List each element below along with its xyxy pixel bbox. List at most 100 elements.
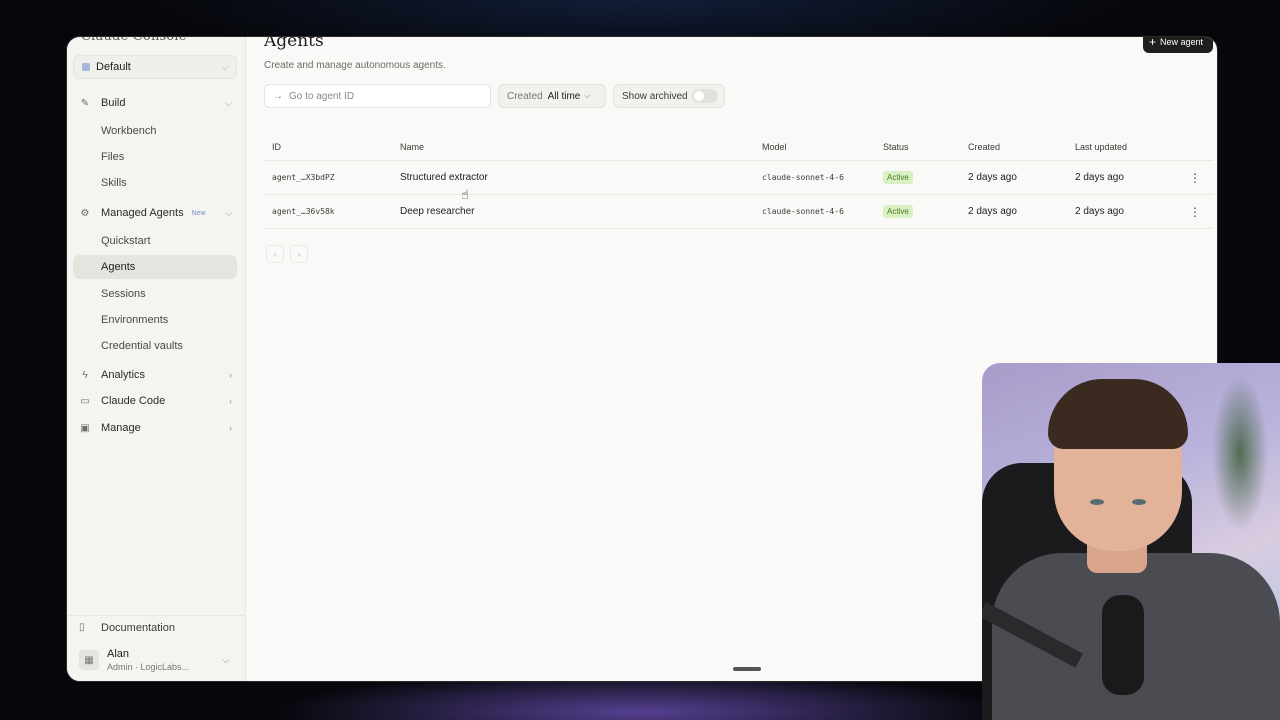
briefcase-icon: ▣ bbox=[80, 422, 90, 434]
terminal-icon: ▭ bbox=[80, 395, 90, 407]
documentation-link[interactable]: ▯ Documentation bbox=[67, 615, 246, 639]
agent-id: agent_…36v58k bbox=[272, 207, 335, 216]
new-agent-button[interactable]: + New agent bbox=[1143, 36, 1213, 53]
column-header-status[interactable]: Status bbox=[883, 133, 909, 160]
sidebar-item-label: Sessions bbox=[101, 288, 146, 300]
webcam-overlay bbox=[982, 363, 1280, 720]
nav-section-label: Claude Code bbox=[101, 395, 166, 407]
more-options-icon[interactable]: ⋮ bbox=[1189, 195, 1201, 228]
nav-section-label: Analytics bbox=[101, 369, 146, 381]
build-icon: ✎ bbox=[80, 97, 90, 109]
eye-right bbox=[1132, 499, 1146, 505]
more-options-icon[interactable]: ⋮ bbox=[1189, 161, 1201, 194]
sidebar-item-label: Agents bbox=[101, 261, 136, 273]
agents-icon: ⚙ bbox=[80, 207, 90, 219]
toggle-knob bbox=[694, 91, 704, 101]
eye-left bbox=[1090, 499, 1104, 505]
column-header-model[interactable]: Model bbox=[762, 133, 787, 160]
chevron-down-icon: ⌵ bbox=[225, 207, 232, 218]
user-menu[interactable]: ▦ Alan Admin · LogicLabs... ⌵ bbox=[73, 643, 237, 677]
agent-updated: 2 days ago bbox=[1075, 172, 1124, 183]
chevron-down-icon: ⌵ bbox=[221, 61, 228, 72]
sidebar-item-label: Files bbox=[101, 151, 125, 163]
workspace-name: Default bbox=[96, 61, 131, 73]
page-subtitle: Create and manage autonomous agents. bbox=[264, 60, 446, 71]
table-header: ID Name Model Status Created Last update… bbox=[264, 133, 1213, 161]
sidebar-item-agents[interactable]: Agents bbox=[73, 255, 237, 279]
user-org: Admin · LogicLabs... bbox=[107, 662, 190, 672]
nav-section-label: Managed Agents bbox=[101, 207, 184, 219]
workspace-icon bbox=[82, 63, 90, 71]
chevron-right-icon: › bbox=[229, 370, 232, 380]
filter-key: Created bbox=[507, 90, 543, 102]
agent-model: claude-sonnet-4-6 bbox=[762, 207, 844, 216]
show-archived-label: Show archived bbox=[622, 90, 688, 102]
new-badge: New bbox=[191, 209, 206, 217]
chevron-down-icon: ⌵ bbox=[222, 654, 229, 665]
drag-handle[interactable] bbox=[733, 667, 761, 671]
sidebar-item-label: Credential vaults bbox=[101, 340, 183, 352]
sidebar-item-label: Environments bbox=[101, 314, 169, 326]
nav-section-label: Build bbox=[101, 97, 126, 109]
table-row[interactable]: agent_…36v58k Deep researcher claude-son… bbox=[264, 195, 1213, 229]
book-icon: ▯ bbox=[79, 622, 85, 633]
sidebar-item-label: Workbench bbox=[101, 125, 157, 137]
status-cell: Active bbox=[883, 195, 913, 228]
sidebar-item-label: Skills bbox=[101, 177, 127, 189]
nav-section-claude-code[interactable]: ▭ Claude Code › bbox=[67, 389, 246, 413]
sidebar-item-files[interactable]: Files bbox=[73, 145, 237, 169]
column-header-updated[interactable]: Last updated bbox=[1075, 133, 1127, 160]
show-archived-toggle[interactable]: Show archived bbox=[613, 84, 725, 108]
status-badge: Active bbox=[883, 205, 913, 218]
microphone bbox=[1102, 595, 1144, 695]
status-badge: Active bbox=[883, 171, 913, 184]
pointer-cursor-icon: ☝ bbox=[461, 187, 469, 202]
workspace-selector[interactable]: Default ⌵ bbox=[73, 55, 237, 79]
plus-icon: + bbox=[1149, 36, 1157, 49]
documentation-label: Documentation bbox=[101, 621, 175, 634]
column-header-name[interactable]: Name bbox=[400, 133, 424, 160]
sidebar-item-credential-vaults[interactable]: Credential vaults bbox=[73, 334, 237, 358]
agent-name[interactable]: Structured extractor bbox=[400, 161, 488, 194]
column-header-created[interactable]: Created bbox=[968, 133, 1000, 160]
person-hair bbox=[1048, 379, 1188, 449]
status-cell: Active bbox=[883, 161, 913, 194]
nav-section-manage[interactable]: ▣ Manage › bbox=[67, 416, 246, 440]
sidebar-item-label: Quickstart bbox=[101, 235, 151, 247]
sidebar-item-skills[interactable]: Skills bbox=[73, 171, 237, 195]
prev-page-button[interactable]: ‹ bbox=[266, 245, 284, 263]
nav-section-label: Manage bbox=[101, 422, 141, 434]
user-name: Alan bbox=[107, 648, 130, 660]
new-agent-label: New agent bbox=[1160, 37, 1204, 47]
sidebar-item-sessions[interactable]: Sessions bbox=[73, 282, 237, 306]
page-title: Agents bbox=[264, 36, 324, 51]
agent-updated: 2 days ago bbox=[1075, 206, 1124, 217]
filter-value: All time bbox=[547, 90, 581, 102]
agent-created: 2 days ago bbox=[968, 172, 1017, 183]
lightning-icon: ϟ bbox=[82, 369, 88, 381]
chevron-down-icon: ⌵ bbox=[584, 91, 591, 100]
chevron-right-icon: › bbox=[229, 396, 232, 406]
sidebar-item-environments[interactable]: Environments bbox=[73, 308, 237, 332]
column-header-id[interactable]: ID bbox=[272, 133, 281, 160]
agent-id: agent_…X3bdPZ bbox=[272, 173, 335, 182]
sidebar: Claude Console Default ⌵ ✎ Build ⌵ Workb… bbox=[67, 36, 246, 681]
sidebar-item-workbench[interactable]: Workbench bbox=[73, 119, 237, 143]
brand-title: Claude Console bbox=[81, 36, 187, 44]
table-row[interactable]: agent_…X3bdPZ Structured extractor claud… bbox=[264, 161, 1213, 195]
avatar: ▦ bbox=[79, 650, 99, 670]
nav-section-analytics[interactable]: ϟ Analytics › bbox=[67, 363, 246, 387]
chevron-down-icon: ⌵ bbox=[225, 97, 232, 108]
agent-id-search[interactable]: → Go to agent ID bbox=[264, 84, 491, 108]
arrow-right-icon: → bbox=[273, 90, 283, 102]
pagination: ‹ › bbox=[266, 245, 308, 263]
next-page-button[interactable]: › bbox=[290, 245, 308, 263]
search-placeholder: Go to agent ID bbox=[289, 90, 355, 102]
nav-section-build[interactable]: ✎ Build ⌵ bbox=[67, 91, 246, 115]
chevron-right-icon: › bbox=[229, 423, 232, 433]
toggle-switch[interactable] bbox=[692, 89, 718, 103]
created-filter[interactable]: Created All time ⌵ bbox=[498, 84, 606, 108]
agent-created: 2 days ago bbox=[968, 206, 1017, 217]
sidebar-item-quickstart[interactable]: Quickstart bbox=[73, 229, 237, 253]
nav-section-managed-agents[interactable]: ⚙ Managed Agents New ⌵ bbox=[67, 201, 246, 225]
